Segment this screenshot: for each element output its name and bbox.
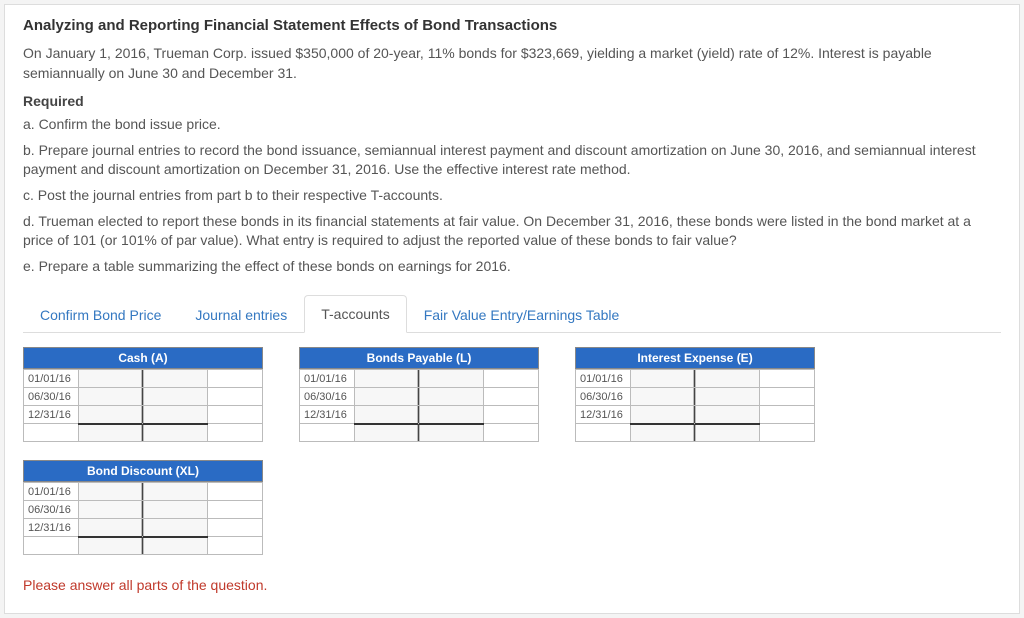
bd-debit-2[interactable] — [79, 519, 142, 537]
bp-credit-total[interactable] — [420, 424, 483, 442]
t-account-interest-expense-header: Interest Expense (E) — [575, 347, 815, 369]
t-account-bonds-payable-header: Bonds Payable (L) — [299, 347, 539, 369]
req-b: b. Prepare journal entries to record the… — [23, 141, 1001, 180]
cash-date-2: 12/31/16 — [24, 406, 79, 424]
tab-t-accounts[interactable]: T-accounts — [304, 295, 406, 333]
t-account-bonds-payable: Bonds Payable (L) 01/01/16 06/30/16 12/3… — [299, 347, 539, 442]
intro-text: On January 1, 2016, Trueman Corp. issued… — [23, 44, 1001, 83]
cash-credit-total[interactable] — [144, 424, 207, 442]
ie-debit-0[interactable] — [631, 370, 694, 388]
tab-fair-value[interactable]: Fair Value Entry/Earnings Table — [407, 296, 637, 333]
cash-debit-2[interactable] — [79, 406, 142, 424]
ie-debit-total[interactable] — [631, 424, 694, 442]
bd-credit-total[interactable] — [144, 537, 207, 555]
t-account-cash: Cash (A) 01/01/16 06/30/16 12/31/16 — [23, 347, 263, 442]
ie-date-0: 01/01/16 — [576, 370, 631, 388]
t-accounts-top-row: Cash (A) 01/01/16 06/30/16 12/31/16 Bond… — [23, 347, 1001, 442]
t-account-interest-expense-grid: 01/01/16 06/30/16 12/31/16 — [575, 369, 815, 442]
ie-date-1: 06/30/16 — [576, 388, 631, 406]
ie-date-2: 12/31/16 — [576, 406, 631, 424]
warning-text: Please answer all parts of the question. — [23, 577, 1001, 593]
cash-debit-total[interactable] — [79, 424, 142, 442]
cash-debit-0[interactable] — [79, 370, 142, 388]
req-c: c. Post the journal entries from part b … — [23, 186, 1001, 206]
t-account-cash-grid: 01/01/16 06/30/16 12/31/16 — [23, 369, 263, 442]
required-heading: Required — [23, 93, 1001, 109]
ie-credit-0[interactable] — [696, 370, 759, 388]
ie-debit-1[interactable] — [631, 388, 694, 406]
tab-bar: Confirm Bond Price Journal entries T-acc… — [23, 294, 1001, 333]
bp-debit-2[interactable] — [355, 406, 418, 424]
page-title: Analyzing and Reporting Financial Statem… — [23, 17, 1001, 34]
bp-credit-0[interactable] — [420, 370, 483, 388]
t-account-bond-discount: Bond Discount (XL) 01/01/16 06/30/16 12/… — [23, 460, 263, 555]
req-e: e. Prepare a table summarizing the effec… — [23, 257, 1001, 277]
bp-debit-1[interactable] — [355, 388, 418, 406]
t-account-bonds-payable-grid: 01/01/16 06/30/16 12/31/16 — [299, 369, 539, 442]
t-accounts-bottom-row: Bond Discount (XL) 01/01/16 06/30/16 12/… — [23, 460, 1001, 555]
cash-credit-0[interactable] — [144, 370, 207, 388]
bp-date-1: 06/30/16 — [300, 388, 355, 406]
bd-date-1: 06/30/16 — [24, 501, 79, 519]
bd-debit-1[interactable] — [79, 501, 142, 519]
tab-confirm-bond-price[interactable]: Confirm Bond Price — [23, 296, 178, 333]
req-a: a. Confirm the bond issue price. — [23, 115, 1001, 135]
bd-date-0: 01/01/16 — [24, 483, 79, 501]
t-account-interest-expense: Interest Expense (E) 01/01/16 06/30/16 1… — [575, 347, 815, 442]
bp-credit-2[interactable] — [420, 406, 483, 424]
ie-debit-2[interactable] — [631, 406, 694, 424]
bp-debit-0[interactable] — [355, 370, 418, 388]
cash-debit-1[interactable] — [79, 388, 142, 406]
ie-credit-1[interactable] — [696, 388, 759, 406]
bp-credit-1[interactable] — [420, 388, 483, 406]
cash-date-0: 01/01/16 — [24, 370, 79, 388]
question-panel: Analyzing and Reporting Financial Statem… — [4, 4, 1020, 614]
bd-date-2: 12/31/16 — [24, 519, 79, 537]
t-account-bond-discount-grid: 01/01/16 06/30/16 12/31/16 — [23, 482, 263, 555]
tab-journal-entries[interactable]: Journal entries — [178, 296, 304, 333]
bp-date-2: 12/31/16 — [300, 406, 355, 424]
bd-credit-1[interactable] — [144, 501, 207, 519]
t-account-bond-discount-header: Bond Discount (XL) — [23, 460, 263, 482]
bd-debit-total[interactable] — [79, 537, 142, 555]
bd-credit-0[interactable] — [144, 483, 207, 501]
cash-credit-2[interactable] — [144, 406, 207, 424]
ie-credit-total[interactable] — [696, 424, 759, 442]
bd-debit-0[interactable] — [79, 483, 142, 501]
bp-date-0: 01/01/16 — [300, 370, 355, 388]
req-d: d. Trueman elected to report these bonds… — [23, 212, 1001, 251]
bp-debit-total[interactable] — [355, 424, 418, 442]
t-account-cash-header: Cash (A) — [23, 347, 263, 369]
cash-date-1: 06/30/16 — [24, 388, 79, 406]
ie-credit-2[interactable] — [696, 406, 759, 424]
bd-credit-2[interactable] — [144, 519, 207, 537]
cash-credit-1[interactable] — [144, 388, 207, 406]
